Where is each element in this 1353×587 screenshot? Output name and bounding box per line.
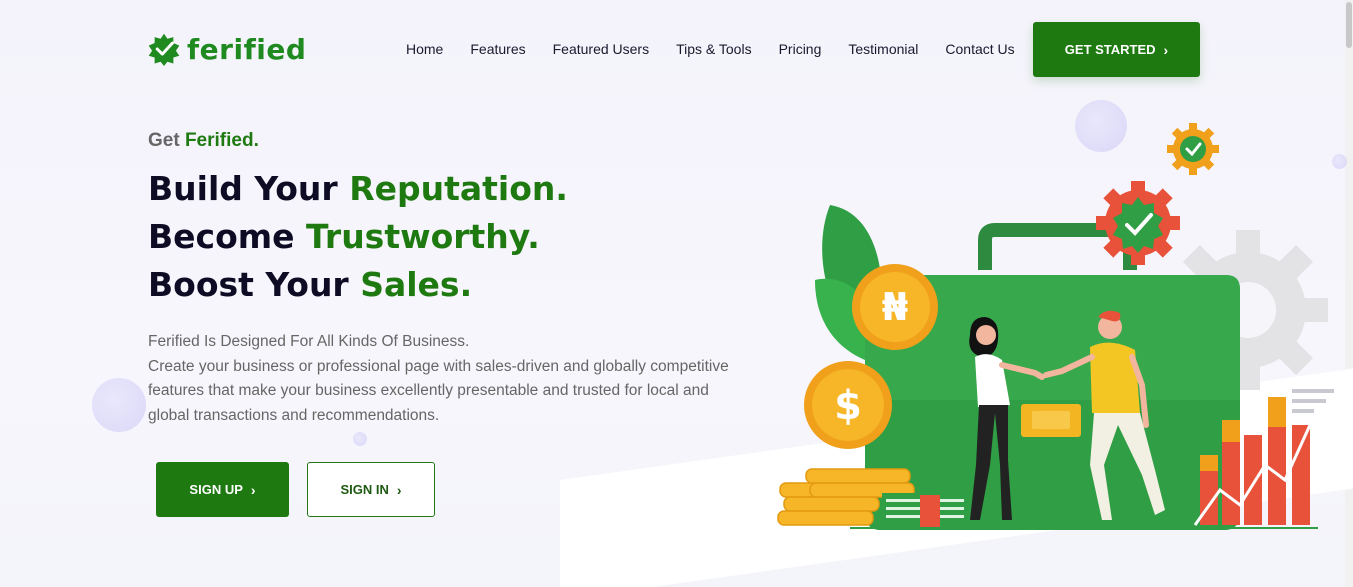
cash-stack-icon	[882, 493, 967, 529]
description-body: Create your business or professional pag…	[148, 357, 729, 424]
nav-featured-users[interactable]: Featured Users	[553, 41, 649, 57]
nav-contact-us[interactable]: Contact Us	[945, 41, 1014, 57]
headline-prefix: Build Your	[148, 169, 350, 208]
hero-eyebrow: Get Ferified.	[148, 130, 259, 152]
naira-coin-icon: ₦	[852, 264, 938, 350]
nav-home[interactable]: Home	[406, 41, 443, 57]
headline-prefix: Boost Your	[148, 265, 361, 304]
nav-testimonial[interactable]: Testimonial	[848, 41, 918, 57]
coin-symbol-dollar: $	[834, 383, 862, 429]
nav-tips-tools[interactable]: Tips & Tools	[676, 41, 751, 57]
sign-in-label: SIGN IN	[340, 482, 389, 497]
headline-line: Become Trustworthy.	[148, 213, 568, 261]
get-started-button[interactable]: GET STARTED ›	[1033, 22, 1200, 77]
main-nav: Home Features Featured Users Tips & Tool…	[406, 41, 1015, 57]
verified-badge-icon	[148, 33, 180, 66]
get-started-label: GET STARTED	[1064, 42, 1156, 57]
sign-in-button[interactable]: SIGN IN ›	[307, 462, 435, 517]
eyebrow-highlight: Ferified.	[184, 130, 259, 151]
eyebrow-prefix: Get	[148, 130, 185, 151]
decorative-bubble	[353, 432, 367, 446]
verified-gear-icon	[1167, 123, 1219, 175]
nav-pricing[interactable]: Pricing	[779, 41, 822, 57]
headline-highlight: Reputation.	[349, 169, 568, 208]
description-line1: Ferified Is Designed For All Kinds Of Bu…	[148, 333, 470, 350]
headline-prefix: Become	[148, 217, 307, 256]
headline-line: Build Your Reputation.	[148, 165, 568, 213]
decorative-lines	[1292, 389, 1334, 413]
decorative-bubble	[92, 378, 146, 432]
chevron-right-icon: ›	[396, 481, 402, 498]
scrollbar-thumb[interactable]	[1346, 2, 1352, 48]
headline-highlight: Trustworthy.	[306, 217, 540, 256]
hero-headline: Build Your Reputation. Become Trustworth…	[148, 165, 568, 309]
chevron-right-icon: ›	[1163, 41, 1169, 58]
hero-description: Ferified Is Designed For All Kinds Of Bu…	[148, 330, 748, 428]
headline-line: Boost Your Sales.	[148, 261, 568, 309]
headline-highlight: Sales.	[360, 265, 473, 304]
coin-symbol-naira: ₦	[882, 285, 908, 329]
sign-up-label: SIGN UP	[189, 482, 243, 497]
nav-features[interactable]: Features	[470, 41, 525, 57]
chevron-right-icon: ›	[250, 481, 256, 498]
sign-up-button[interactable]: SIGN UP ›	[156, 462, 289, 517]
logo-text: ferified	[187, 32, 307, 66]
hero-illustration: ₦ $	[777, 123, 1334, 530]
logo[interactable]: ferified	[147, 32, 306, 66]
verified-gear-icon	[1096, 181, 1180, 265]
dollar-coin-icon: $	[804, 361, 892, 449]
